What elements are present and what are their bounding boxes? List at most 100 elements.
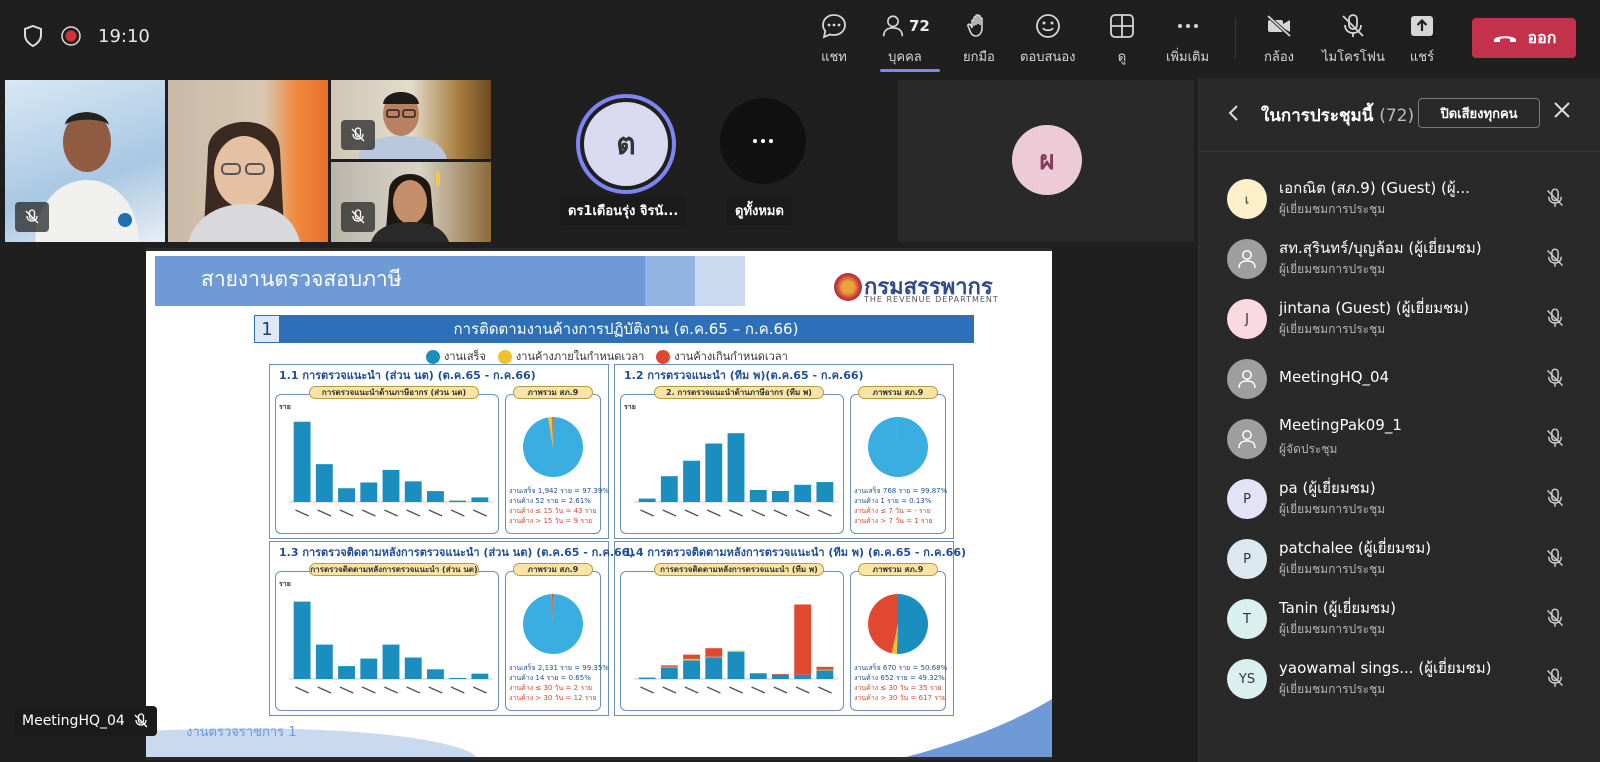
pie-stat-line: งานค้าง 14 ราย = 0.65%: [509, 674, 591, 682]
mute-all-button[interactable]: ปิดเสียงทุกคน: [1418, 98, 1540, 128]
revenue-department-logo-sub: THE REVENUE DEPARTMENT: [864, 295, 999, 304]
participant-name: MeetingHQ_04: [1279, 368, 1390, 386]
participant-row[interactable]: Ppa (ผู้เยี่ยมชม) ผู้เยี่ยมชมการประชุม: [1199, 468, 1600, 528]
participant-row[interactable]: T Tanin (ผู้เยี่ยมชม) ผู้เยี่ยมชมการประชุม: [1199, 588, 1600, 648]
participant-video[interactable]: [168, 80, 328, 242]
people-button[interactable]: 72 บุคคล: [880, 12, 930, 68]
share-label: แชร์: [1409, 50, 1435, 65]
react-button[interactable]: ตอบสนอง: [1020, 12, 1075, 68]
raise-hand-button[interactable]: ยกมือ: [963, 12, 995, 68]
camera-button[interactable]: กล้อง: [1264, 12, 1294, 68]
pie-slice: [868, 594, 898, 654]
bar: [727, 651, 745, 679]
bar: [449, 677, 467, 679]
participant-name: yaowamal sings... (ผู้เยี่ยมชม): [1279, 659, 1492, 677]
chat-label: แชท: [821, 50, 847, 65]
participant-mic-off[interactable]: [1545, 668, 1565, 692]
view-all-label: ดูทั้งหมด: [727, 196, 792, 225]
participant-role: ผู้จัดประชุม: [1279, 442, 1338, 456]
participant-row[interactable]: Jjintana (Guest) (ผู้เยี่ยมชม) ผู้เยี่ยมช…: [1199, 288, 1600, 348]
pie-stat-line: งานค้าง ≤ 7 วัน = - ราย: [854, 507, 931, 515]
bar: [660, 667, 678, 679]
slide-header-accent: [695, 256, 745, 306]
participant-row[interactable]: เ เอกณิต (สภ.9) (Guest) (ผู้... ผู้เยี่ยมช…: [1199, 168, 1600, 228]
camera-off-icon: [1266, 14, 1292, 38]
shared-screen[interactable]: สายงานตรวจสอบภาษี กรมสรรพากร THE REVENUE…: [146, 251, 1052, 757]
participant-role: ผู้เยี่ยมชมการประชุม: [1279, 202, 1386, 216]
bar: [816, 666, 834, 670]
share-button[interactable]: แชร์: [1408, 12, 1436, 68]
category-label-mark: [751, 509, 766, 517]
bar: [404, 657, 422, 679]
participant-mic-off[interactable]: [1545, 188, 1565, 212]
participant-row[interactable]: YS yaowamal sings... (ผู้เยี่ยมชม) ผู้เยี่…: [1199, 648, 1600, 708]
people-icon: [882, 15, 904, 37]
revenue-department-seal: [834, 273, 862, 301]
participant-row[interactable]: MeetingPak09_1 ผู้จัดประชุม: [1199, 408, 1600, 468]
chart-legend: งานเสร็จ งานค้างภายในกำหนดเวลา งานค้างเก…: [426, 347, 788, 365]
leave-label: ออก: [1527, 27, 1557, 47]
participant-mic-off[interactable]: [1545, 548, 1565, 572]
react-label: ตอบสนอง: [1020, 50, 1076, 65]
more-icon: [753, 139, 773, 143]
bar: [338, 488, 355, 502]
slide-footer: งานตรวจราชการ 1: [186, 725, 297, 740]
pie-chart: [523, 417, 583, 477]
participant-row[interactable]: MeetingHQ_04: [1199, 348, 1600, 408]
hangup-icon: [1493, 36, 1516, 42]
bar-chart-title: 2. การตรวจแนะนำด้านภาษีอากร (ทีม พ): [654, 386, 824, 399]
participant-role: ผู้เยี่ยมชมการประชุม: [1279, 682, 1386, 696]
participant-name: pa (ผู้เยี่ยมชม): [1279, 479, 1376, 497]
participant-mic-off[interactable]: [1545, 368, 1565, 392]
category-label-mark: [640, 509, 655, 517]
view-label: ดู: [1117, 50, 1127, 65]
close-icon[interactable]: [1553, 100, 1571, 125]
participant-avatar: P: [1227, 479, 1267, 519]
bar: [794, 674, 812, 679]
mic-off-icon: [1546, 608, 1564, 627]
microphone-button[interactable]: ไมโครโฟน: [1322, 12, 1385, 68]
participant-mic-off[interactable]: [1545, 428, 1565, 452]
participant-video[interactable]: [331, 162, 491, 242]
bar: [705, 443, 723, 502]
category-label-mark: [662, 509, 677, 517]
participant-tile[interactable]: ผ: [898, 80, 1194, 242]
bar: [404, 481, 422, 502]
bar-chart: [289, 421, 493, 517]
participant-video[interactable]: [5, 80, 165, 242]
participant-video[interactable]: [331, 80, 491, 159]
bar: [360, 658, 378, 679]
participant-mic-off[interactable]: [1545, 308, 1565, 332]
category-label-mark: [384, 509, 398, 517]
bar: [293, 421, 311, 502]
participant-mic-off[interactable]: [1545, 488, 1565, 512]
pie-stat-line: งานค้าง 52 ราย = 2.61%: [509, 497, 591, 505]
bar: [772, 674, 789, 679]
bar: [705, 648, 723, 657]
pie-chart: [868, 594, 928, 654]
bar: [638, 498, 656, 502]
people-label: บุคคล: [888, 50, 922, 65]
bar: [471, 673, 489, 679]
participant-mic-off: [15, 202, 49, 232]
back-icon[interactable]: [1227, 104, 1239, 127]
active-speaker-ring[interactable]: ต: [576, 94, 676, 194]
participant-row[interactable]: สท.สุรินทร์/บุญล้อม (ผู้เยี่ยมชม) ผู้เยี่…: [1199, 228, 1600, 288]
view-button[interactable]: ดู: [1108, 12, 1136, 68]
participant-role: ผู้เยี่ยมชมการประชุม: [1279, 622, 1386, 636]
bar: [660, 665, 678, 667]
leave-button[interactable]: ออก: [1472, 18, 1576, 58]
participant-avatar: ต: [584, 102, 668, 186]
pie-stat-line: งานค้าง > 15 วัน = 9 ราย: [509, 517, 593, 525]
share-icon: [1411, 16, 1433, 36]
participant-mic-off[interactable]: [1545, 248, 1565, 272]
view-all-button[interactable]: [720, 98, 806, 184]
participant-mic-off[interactable]: [1545, 608, 1565, 632]
participant-name: jintana (Guest) (ผู้เยี่ยมชม): [1279, 299, 1470, 317]
participant-name: เอกณิต (สภ.9) (Guest) (ผู้...: [1279, 179, 1470, 197]
chat-button[interactable]: แชท: [820, 12, 848, 68]
mic-off-icon: [1546, 248, 1564, 267]
participant-row[interactable]: Ppatchalee (ผู้เยี่ยมชม) ผู้เยี่ยมชมการปร…: [1199, 528, 1600, 588]
more-button[interactable]: เพิ่มเติม: [1166, 12, 1209, 68]
legend-item: งานค้างเกินกำหนดเวลา: [656, 347, 788, 365]
